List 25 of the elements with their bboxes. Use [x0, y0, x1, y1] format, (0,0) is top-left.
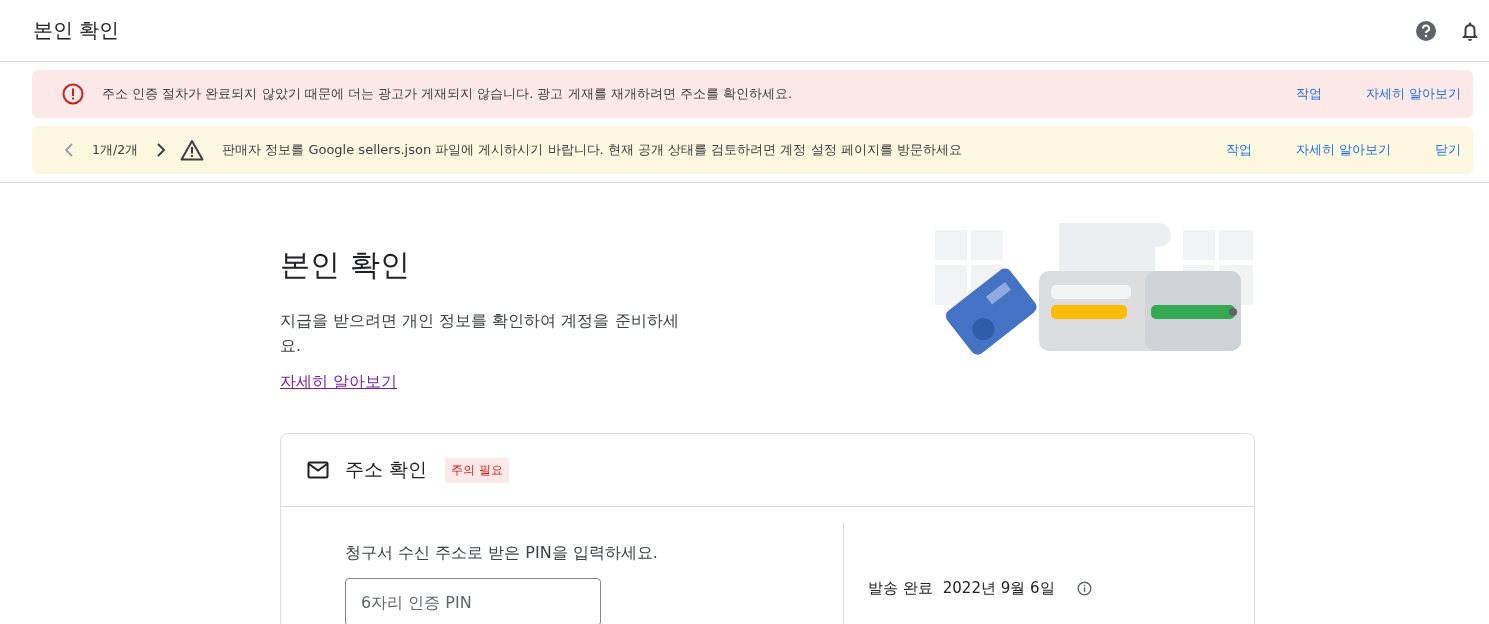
banner-message: 주소 인증 절차가 완료되지 않았기 때문에 더는 광고가 게재되지 않습니다. 광고 게재를 재개하려면 주소를 확인하세요.: [102, 85, 793, 103]
error-icon: [62, 83, 84, 105]
help-icon[interactable]: [1415, 19, 1437, 42]
pager-count: 1개/2개: [92, 141, 139, 159]
banner-action-link[interactable]: 닫기: [1435, 141, 1461, 159]
page-title: 본인 확인: [33, 17, 120, 44]
banner-action-link[interactable]: 작업: [1225, 141, 1252, 159]
banner-action-link[interactable]: 자세히 알아보기: [1365, 85, 1461, 103]
learn-more-link[interactable]: 자세히 알아보기: [280, 372, 398, 391]
sent-date: 2022년 9월 6일: [942, 578, 1055, 598]
instruction-text: 청구서 수신 주소로 받은 PIN을 입력하세요.: [345, 543, 659, 564]
card-title: 주소 확인: [345, 457, 428, 482]
banner-action-link[interactable]: 작업: [1295, 85, 1322, 103]
banner-message: 판매자 정보를 Google sellers.json 파일에 게시하시기 바랍니다. 현재 공개 상태를 검토하려면 계정 설정 페이지를 방문하세요: [222, 141, 962, 159]
heading: 본인 확인: [280, 246, 411, 284]
pin-input-field[interactable]: 6자리 인증 PIN: [345, 578, 601, 624]
notifications-icon[interactable]: [1461, 20, 1479, 41]
sent-label: 발송 완료: [868, 578, 933, 598]
banner-action-link[interactable]: 자세히 알아보기: [1295, 141, 1391, 159]
warning-icon: [180, 139, 205, 161]
description: 지급을 받으려면 개인 정보를 확인하여 계정을 준비하세요.: [280, 310, 680, 357]
info-icon[interactable]: [1076, 580, 1092, 596]
status-badge: 주의 필요: [445, 457, 509, 483]
chevron-right-icon[interactable]: [156, 143, 167, 157]
mail-icon: [307, 461, 329, 479]
